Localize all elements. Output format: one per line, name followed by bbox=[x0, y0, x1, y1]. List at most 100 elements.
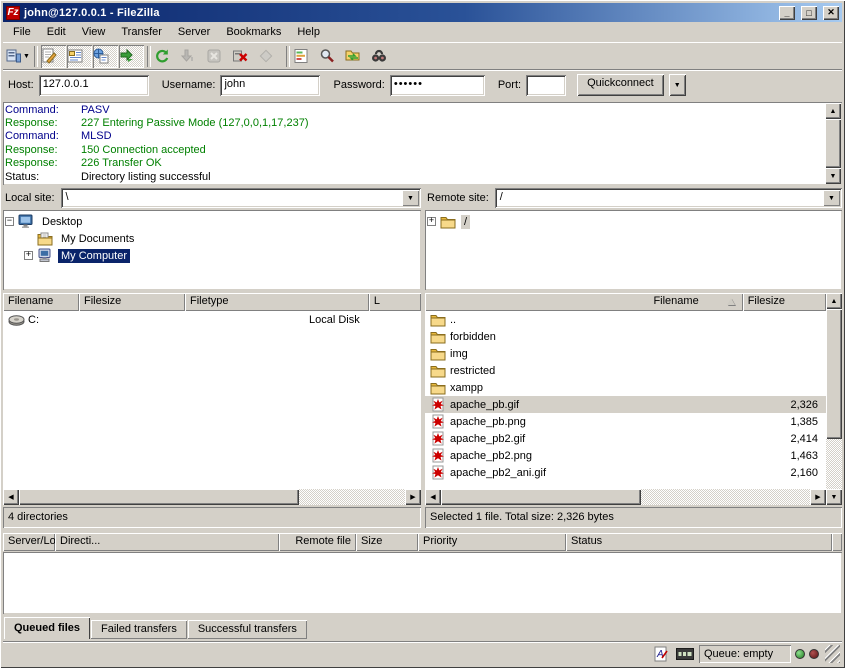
file-row[interactable]: forbidden bbox=[425, 328, 826, 345]
toolbar-button[interactable]: ▼ bbox=[206, 45, 231, 68]
mydocs-icon bbox=[37, 232, 54, 246]
tree-expander[interactable]: + bbox=[24, 251, 33, 260]
quickconnect-button[interactable]: Quickconnect bbox=[577, 74, 664, 96]
toolbar-button[interactable]: ▼ bbox=[232, 45, 257, 68]
file-row[interactable]: restricted bbox=[425, 362, 826, 379]
menu-item[interactable]: File bbox=[5, 23, 39, 41]
queue-column-header[interactable]: Server/Local file bbox=[3, 533, 55, 551]
file-row[interactable]: apache_pb2.png 1,463 bbox=[425, 447, 826, 464]
toolbar-button[interactable]: ▼ bbox=[345, 45, 370, 68]
scroll-left-icon[interactable]: ◀ bbox=[425, 489, 441, 505]
file-row[interactable]: .. bbox=[425, 311, 826, 328]
resize-grip[interactable] bbox=[825, 645, 840, 663]
toolbar-button[interactable]: ▼ bbox=[67, 45, 92, 68]
ascii-data-type-icon: A bbox=[651, 645, 671, 663]
file-row[interactable]: C: Local Disk bbox=[3, 311, 421, 328]
scroll-up-icon[interactable]: ▲ bbox=[826, 293, 842, 309]
sitemanager-icon bbox=[6, 48, 22, 64]
toolbar-button[interactable]: ▼ bbox=[319, 45, 344, 68]
queue-column-header[interactable]: Status bbox=[566, 533, 832, 551]
toolbar-button[interactable]: ▼ bbox=[371, 45, 396, 68]
toolbar-button[interactable]: ▼ bbox=[293, 45, 318, 68]
toolbar-button[interactable]: ▼ bbox=[34, 46, 38, 67]
scroll-down-icon[interactable]: ▼ bbox=[826, 489, 842, 505]
menu-item[interactable]: Transfer bbox=[113, 23, 170, 41]
tree-item[interactable]: + / bbox=[427, 213, 840, 230]
menu-item[interactable]: Help bbox=[289, 23, 328, 41]
localtree-icon bbox=[67, 48, 83, 64]
queue-tab[interactable]: Failed transfers bbox=[91, 620, 187, 639]
queue-tab[interactable]: Queued files bbox=[4, 617, 90, 639]
tree-item[interactable]: + My Computer bbox=[5, 247, 419, 264]
scroll-down-icon[interactable]: ▼ bbox=[825, 168, 841, 184]
toolbar-button[interactable]: ▼ bbox=[286, 46, 290, 67]
tree-item[interactable]: My Documents bbox=[5, 230, 419, 247]
file-row[interactable]: apache_pb.png 1,385 bbox=[425, 413, 826, 430]
combo-dropdown-arrow-icon[interactable]: ▼ bbox=[823, 190, 840, 206]
queue-column-header[interactable]: Directi... bbox=[55, 533, 279, 551]
scrollbar-thumb[interactable] bbox=[441, 489, 641, 505]
host-input[interactable]: 127.0.0.1 bbox=[39, 75, 149, 96]
file-row[interactable]: apache_pb.gif 2,326 bbox=[425, 396, 826, 413]
column-header[interactable]: Filesize bbox=[79, 293, 185, 311]
toolbar-button[interactable]: ▼ bbox=[154, 45, 179, 68]
toolbar-button[interactable]: ▼ bbox=[41, 45, 66, 68]
file-row[interactable]: apache_pb2_ani.gif 2,160 bbox=[425, 464, 826, 481]
dropdown-arrow-icon[interactable]: ▼ bbox=[22, 45, 31, 68]
username-input[interactable]: john bbox=[220, 75, 320, 96]
column-header[interactable]: Filesize bbox=[743, 293, 826, 311]
remotetree-icon bbox=[93, 48, 109, 64]
remote-file-list: FilenameFilesize .. forbidden img bbox=[425, 293, 842, 505]
quickconnect-dropdown-arrow-icon[interactable]: ▼ bbox=[669, 74, 686, 96]
queue-column-header[interactable]: Size bbox=[356, 533, 418, 551]
file-row[interactable]: apache_pb2.gif 2,414 bbox=[425, 430, 826, 447]
menu-item[interactable]: Server bbox=[170, 23, 218, 41]
scrollbar-thumb[interactable] bbox=[826, 309, 842, 439]
remote-horizontal-scrollbar[interactable]: ◀ ▶ bbox=[425, 489, 826, 505]
scroll-left-icon[interactable]: ◀ bbox=[3, 489, 19, 505]
combo-dropdown-arrow-icon[interactable]: ▼ bbox=[402, 190, 419, 206]
toolbar-button[interactable]: ▼ bbox=[93, 45, 118, 68]
minimize-button[interactable]: _ bbox=[779, 6, 795, 20]
queue-body[interactable] bbox=[3, 552, 842, 614]
queue-column-header[interactable]: Remote file bbox=[279, 533, 356, 551]
scrollbar-thumb[interactable] bbox=[19, 489, 299, 505]
scroll-right-icon[interactable]: ▶ bbox=[810, 489, 826, 505]
toolbar-button[interactable]: ▼ bbox=[258, 45, 283, 68]
status-bar: A Queue: empty bbox=[3, 641, 842, 665]
remote-vertical-scrollbar[interactable]: ▲ ▼ bbox=[826, 293, 842, 505]
file-row[interactable]: xampp bbox=[425, 379, 826, 396]
remote-site-combo[interactable]: / ▼ bbox=[495, 188, 842, 208]
password-input[interactable]: •••••• bbox=[390, 75, 485, 96]
local-horizontal-scrollbar[interactable]: ◀ ▶ bbox=[3, 489, 421, 505]
scrollbar-thumb[interactable] bbox=[825, 119, 841, 168]
local-site-combo[interactable]: \ ▼ bbox=[61, 188, 421, 208]
column-header[interactable]: L bbox=[369, 293, 421, 311]
toolbar-button[interactable]: ▼ bbox=[119, 45, 144, 68]
toolbar-button[interactable]: ▼ bbox=[6, 45, 31, 68]
toolbar-button[interactable]: ▼ bbox=[147, 46, 151, 67]
column-header[interactable]: Filetype bbox=[185, 293, 369, 311]
close-button[interactable]: ✕ bbox=[823, 6, 839, 20]
tree-expander[interactable]: + bbox=[427, 217, 436, 226]
log-line: Command: MLSD bbox=[5, 130, 822, 143]
queue-column-header[interactable] bbox=[832, 533, 842, 551]
tree-expander[interactable]: − bbox=[5, 217, 14, 226]
menu-item[interactable]: Edit bbox=[39, 23, 74, 41]
toolbar-button[interactable]: ▼ bbox=[180, 45, 205, 68]
username-label: Username: bbox=[162, 79, 216, 91]
scroll-up-icon[interactable]: ▲ bbox=[825, 103, 841, 119]
queue-column-header[interactable]: Priority bbox=[418, 533, 566, 551]
menu-item[interactable]: Bookmarks bbox=[218, 23, 289, 41]
menu-item[interactable]: View bbox=[74, 23, 114, 41]
column-header[interactable]: Filename bbox=[3, 293, 79, 311]
file-row[interactable]: img bbox=[425, 345, 826, 362]
maximize-button[interactable]: □ bbox=[801, 6, 817, 20]
log-scrollbar[interactable]: ▲ ▼ bbox=[825, 103, 841, 184]
tree-item[interactable]: − Desktop bbox=[5, 213, 419, 230]
port-input[interactable] bbox=[526, 75, 566, 96]
column-header[interactable]: Filename bbox=[425, 293, 743, 311]
host-label: Host: bbox=[8, 79, 34, 91]
scroll-right-icon[interactable]: ▶ bbox=[405, 489, 421, 505]
queue-tab[interactable]: Successful transfers bbox=[188, 620, 307, 639]
